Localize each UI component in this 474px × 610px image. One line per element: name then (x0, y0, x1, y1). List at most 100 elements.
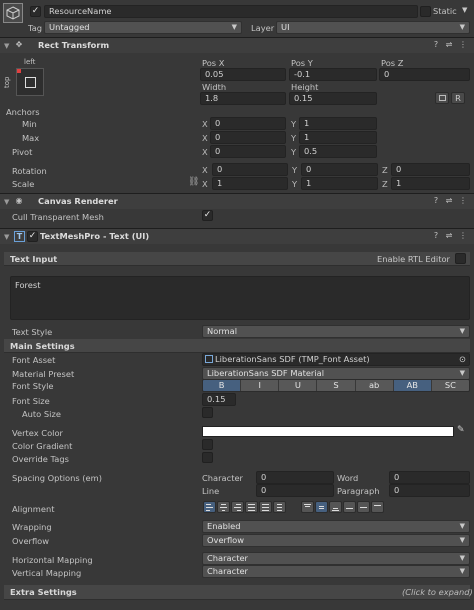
axis-y-label: Y (292, 165, 298, 175)
italic-button[interactable]: I (241, 380, 280, 391)
line-spacing-field[interactable]: 0 (256, 484, 334, 497)
width-field[interactable]: 1.8 (200, 92, 286, 105)
pos-y-field[interactable]: -0.1 (289, 68, 377, 81)
pos-z-field[interactable]: 0 (379, 68, 470, 81)
help-icon[interactable]: ? (431, 196, 441, 206)
word-spacing-field[interactable]: 0 (389, 471, 470, 484)
font-asset-label: Font Asset (12, 355, 56, 365)
static-dropdown-icon[interactable]: ▼ (462, 6, 467, 14)
align-center-icon[interactable] (217, 501, 230, 513)
canvas-renderer-header[interactable]: ▼ ◉ Canvas Renderer ? ⇌ ⋮ (0, 193, 474, 209)
menu-icon[interactable]: ⋮ (458, 196, 468, 206)
overflow-dropdown[interactable]: Overflow ▼ (202, 534, 470, 547)
preset-icon[interactable]: ⇌ (444, 40, 454, 50)
font-size-label: Font Size (12, 396, 50, 406)
eyedropper-icon[interactable]: ✎ (457, 425, 465, 435)
axis-x-label: X (202, 147, 208, 157)
menu-icon[interactable]: ⋮ (458, 231, 468, 241)
align-middle-icon[interactable] (315, 501, 328, 513)
anchor-min-y-field[interactable]: 1 (299, 117, 377, 130)
rect-transform-header[interactable]: ▼ ✥ Rect Transform ? ⇌ ⋮ (0, 37, 474, 53)
anchor-min-x-field[interactable]: 0 (210, 117, 286, 130)
rtl-editor-checkbox[interactable] (455, 253, 466, 264)
scale-x-field[interactable]: 1 (212, 177, 288, 190)
raw-edit-button[interactable]: R (451, 92, 465, 104)
auto-size-label: Auto Size (22, 409, 61, 419)
pos-x-label: Pos X (202, 58, 225, 68)
color-gradient-label: Color Gradient (12, 441, 73, 451)
auto-size-checkbox[interactable] (202, 407, 213, 418)
axis-x-label: X (202, 179, 208, 189)
foldout-arrow-icon[interactable]: ▼ (4, 198, 9, 206)
pos-z-label: Pos Z (381, 58, 404, 68)
pivot-x-field[interactable]: 0 (210, 145, 286, 158)
align-midline-icon[interactable] (357, 501, 370, 513)
preset-icon[interactable]: ⇌ (444, 196, 454, 206)
vertex-color-swatch[interactable] (202, 426, 454, 437)
layer-dropdown[interactable]: UI ▼ (276, 21, 470, 34)
anchor-max-x-field[interactable]: 0 (210, 131, 286, 144)
foldout-arrow-icon[interactable]: ▼ (4, 233, 9, 241)
align-flush-icon[interactable] (259, 501, 272, 513)
rotation-x-field[interactable]: 0 (212, 163, 288, 176)
align-justify-icon[interactable] (245, 501, 258, 513)
font-size-field[interactable]: 0.15 (202, 393, 236, 406)
text-input-area[interactable]: Forest (10, 276, 470, 320)
scale-y-field[interactable]: 1 (301, 177, 378, 190)
character-spacing-field[interactable]: 0 (256, 471, 334, 484)
uppercase-button[interactable]: AB (393, 380, 432, 391)
object-picker-icon[interactable]: ⊙ (459, 354, 466, 365)
axis-y-label: Y (292, 179, 298, 189)
link-scale-icon[interactable]: ⛓ (188, 177, 199, 187)
static-checkbox[interactable] (420, 6, 431, 17)
align-bottom-icon[interactable] (329, 501, 342, 513)
bold-button[interactable]: B (203, 380, 242, 391)
help-icon[interactable]: ? (431, 231, 441, 241)
anchor-max-y-field[interactable]: 1 (299, 131, 377, 144)
foldout-arrow-icon[interactable]: ▼ (4, 42, 9, 50)
paragraph-spacing-field[interactable]: 0 (389, 484, 470, 497)
pivot-y-field[interactable]: 0.5 (299, 145, 377, 158)
align-left-icon[interactable] (203, 501, 216, 513)
text-style-dropdown[interactable]: Normal ▼ (202, 325, 470, 338)
menu-icon[interactable]: ⋮ (458, 40, 468, 50)
section-title: Text Input (10, 254, 58, 264)
rotation-y-field[interactable]: 0 (301, 163, 378, 176)
anchor-preset-top-label: left (24, 58, 36, 66)
pos-x-field[interactable]: 0.05 (200, 68, 286, 81)
preset-icon[interactable]: ⇌ (444, 231, 454, 241)
align-right-icon[interactable] (231, 501, 244, 513)
tag-dropdown[interactable]: Untagged ▼ (44, 21, 242, 34)
font-asset-icon (205, 355, 213, 363)
vertical-mapping-dropdown[interactable]: Character ▼ (202, 565, 470, 578)
component-enabled-toggle[interactable]: ✓ (27, 231, 38, 242)
font-asset-field[interactable]: LiberationSans SDF (TMP_Font Asset) ⊙ (202, 353, 470, 366)
rotation-z-field[interactable]: 0 (391, 163, 470, 176)
lowercase-button[interactable]: ab (355, 380, 394, 391)
active-toggle[interactable]: ✓ (30, 6, 41, 17)
wrapping-dropdown[interactable]: Enabled ▼ (202, 520, 470, 533)
align-baseline-icon[interactable] (343, 501, 356, 513)
anchor-preset-button[interactable] (16, 68, 44, 96)
scale-z-field[interactable]: 1 (391, 177, 470, 190)
component-title: TextMeshPro - Text (UI) (40, 231, 150, 241)
click-to-expand-label: (Click to expand) (402, 587, 473, 597)
override-tags-checkbox[interactable] (202, 452, 213, 463)
height-field[interactable]: 0.15 (289, 92, 377, 105)
cull-transparent-checkbox[interactable]: ✓ (202, 210, 213, 221)
extra-settings-section[interactable]: Extra Settings (Click to expand) (4, 585, 473, 600)
align-capline-icon[interactable] (371, 501, 384, 513)
anchors-foldout-label[interactable]: Anchors (6, 107, 40, 117)
smallcaps-button[interactable]: SC (431, 380, 469, 391)
object-name-field[interactable]: ResourceName (44, 5, 418, 18)
textmeshpro-header[interactable]: ▼ T ✓ TextMeshPro - Text (UI) ? ⇌ ⋮ (0, 228, 474, 244)
align-top-icon[interactable] (301, 501, 314, 513)
color-gradient-checkbox[interactable] (202, 439, 213, 450)
blueprint-mode-button[interactable] (435, 92, 449, 104)
underline-button[interactable]: U (279, 380, 318, 391)
rotation-label: Rotation (12, 166, 47, 176)
strikethrough-button[interactable]: S (317, 380, 356, 391)
align-geometry-center-icon[interactable] (273, 501, 286, 513)
help-icon[interactable]: ? (431, 40, 441, 50)
horizontal-mapping-dropdown[interactable]: Character ▼ (202, 552, 470, 565)
